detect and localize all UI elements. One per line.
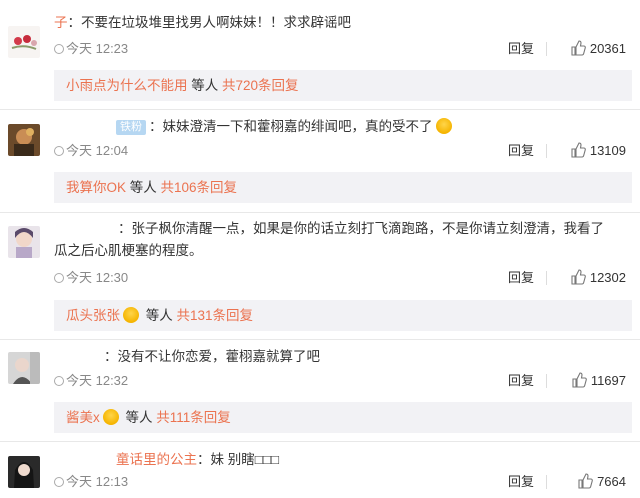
thumbs-up-icon: [572, 372, 587, 388]
like-count: 11697: [590, 373, 626, 388]
divider: [0, 339, 640, 340]
like-count: 12302: [589, 270, 626, 285]
crown-emoji-icon: [102, 409, 119, 425]
divider: [546, 42, 547, 56]
reply-button[interactable]: 回复: [508, 269, 534, 287]
comment-meta: 今天 12:30 回复 12302: [54, 269, 626, 287]
sub-reply-count[interactable]: 共106条回复: [161, 180, 238, 195]
clock-icon: [54, 146, 64, 156]
like-count: 13109: [589, 143, 626, 158]
sub-replies[interactable]: 酱美x 等人 共111条回复: [54, 402, 632, 433]
like-button[interactable]: 20361: [570, 40, 626, 58]
comment-username[interactable]: 童话里的公主: [116, 452, 197, 467]
divider: [546, 374, 547, 388]
sub-reply-user[interactable]: 我算你OK: [66, 180, 126, 195]
divider: [546, 475, 547, 489]
divider: [0, 441, 640, 442]
comment-text: ：张子枫你清醒一点，如果是你的话立刻打飞滴跑路，不是你请立刻澄清，我看了瓜之后心…: [54, 218, 626, 262]
comment-time: 今天 12:30: [66, 270, 129, 285]
clock-icon: [54, 44, 64, 54]
clock-icon: [54, 477, 64, 487]
sub-reply-count[interactable]: 共720条回复: [222, 78, 299, 93]
avatar[interactable]: [8, 124, 40, 156]
sub-replies[interactable]: 小雨点为什么不能用 等人 共720条回复: [54, 70, 632, 101]
comment-time: 今天 12:23: [66, 41, 129, 56]
avatar[interactable]: [8, 352, 40, 384]
comment-time: 今天 12:32: [66, 373, 129, 388]
divider: [0, 212, 640, 213]
reply-button[interactable]: 回复: [508, 142, 534, 160]
comment-text: 铁粉 ：妹妹澄清一下和藿栩嘉的绯闻吧，真的受不了: [54, 116, 626, 138]
like-button[interactable]: 12302: [570, 269, 626, 287]
comment-body: ：妹妹澄清一下和藿栩嘉的绯闻吧，真的受不了: [149, 119, 433, 134]
like-count: 7664: [597, 474, 626, 489]
sub-reply-mid: 等人: [187, 78, 223, 93]
sub-reply-mid: 等人: [126, 180, 161, 195]
comment-time: 今天 12:13: [66, 474, 129, 489]
sub-reply-user[interactable]: 酱美x: [66, 410, 100, 425]
thumbs-up-icon: [578, 473, 593, 489]
comment-text: 子：不要在垃圾堆里找男人啊妹妹！！求求辟谣吧: [54, 12, 626, 34]
avatar[interactable]: [8, 226, 40, 258]
like-button[interactable]: 13109: [570, 142, 626, 160]
sub-replies[interactable]: 我算你OK 等人 共106条回复: [54, 172, 632, 203]
fan-badge: 铁粉: [116, 120, 146, 135]
comment-body: ：妹 别瞎□□□: [197, 452, 280, 467]
divider: [546, 144, 547, 158]
comment-text: 童话里的公主：妹 别瞎□□□: [54, 449, 626, 471]
clock-icon: [54, 273, 64, 283]
thumbs-up-icon: [571, 269, 586, 285]
reply-button[interactable]: 回复: [508, 40, 534, 58]
comment-meta: 今天 12:13 回复 7664: [54, 473, 626, 491]
comment-meta: 今天 12:04 回复 13109: [54, 142, 626, 160]
thumbs-up-icon: [571, 142, 586, 158]
comment-username[interactable]: 子: [54, 15, 68, 30]
comment-body-line2: 瓜之后心肌梗塞的程度。: [54, 243, 203, 258]
avatar[interactable]: [8, 26, 40, 58]
comment-text: ：没有不让你恋爱，藿栩嘉就算了吧: [54, 346, 626, 368]
divider: [546, 271, 547, 285]
sub-reply-count[interactable]: 共131条回复: [177, 308, 254, 323]
sub-reply-mid: 等人: [121, 410, 157, 425]
comment-meta: 今天 12:32 回复 11697: [54, 372, 626, 390]
comment-body-line1: ：张子枫你清醒一点，如果是你的话立刻打飞滴跑路，不是你请立刻澄清，我看了: [118, 221, 604, 236]
sub-reply-mid: 等人: [142, 308, 177, 323]
like-count: 20361: [589, 41, 626, 56]
sub-reply-user[interactable]: 小雨点为什么不能用: [66, 78, 188, 93]
sub-reply-user[interactable]: 瓜头张张: [66, 308, 120, 323]
divider: [0, 109, 640, 110]
avatar[interactable]: [8, 456, 40, 488]
sub-replies[interactable]: 瓜头张张 等人 共131条回复: [54, 300, 632, 331]
comment-body: ：不要在垃圾堆里找男人啊妹妹！！求求辟谣吧: [67, 15, 352, 30]
comment-time: 今天 12:04: [66, 143, 129, 158]
like-button[interactable]: 11697: [571, 372, 626, 390]
sub-reply-count[interactable]: 共111条回复: [156, 410, 231, 425]
reply-button[interactable]: 回复: [508, 473, 534, 491]
like-button[interactable]: 7664: [577, 473, 626, 491]
comment-body: ：没有不让你恋爱，藿栩嘉就算了吧: [104, 349, 320, 364]
clock-icon: [54, 376, 64, 386]
crown-emoji-icon: [123, 307, 139, 323]
comment-meta: 今天 12:23 回复 20361: [54, 40, 626, 58]
crying-emoji-icon: [435, 118, 452, 134]
thumbs-up-icon: [571, 40, 586, 56]
reply-button[interactable]: 回复: [508, 372, 534, 390]
